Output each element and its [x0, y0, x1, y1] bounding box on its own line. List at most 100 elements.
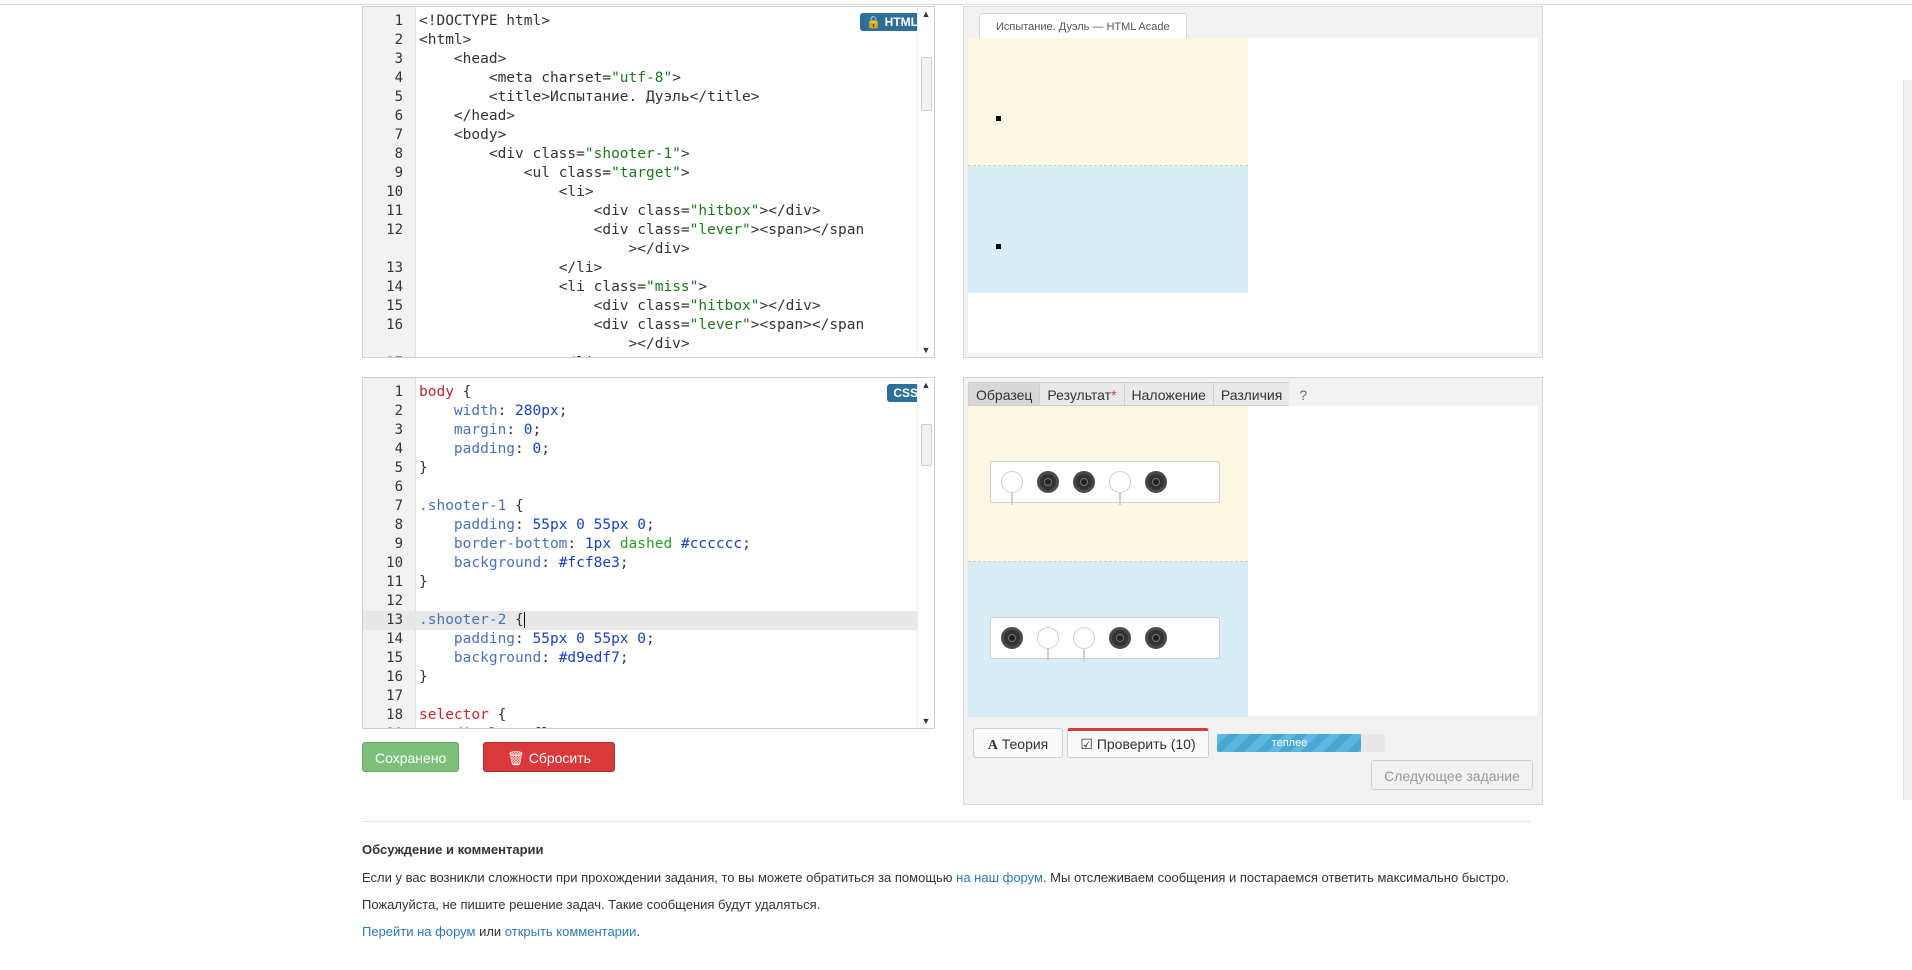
tab-help[interactable]: ?	[1289, 382, 1318, 406]
code-text[interactable]: <li class="miss">	[419, 278, 918, 297]
code-line[interactable]: 10 background: #fcf8e3;	[363, 554, 918, 573]
code-line[interactable]: 15 background: #d9edf7;	[363, 649, 918, 668]
css-code-lines[interactable]: 1 body {2 width: 280px; 3 margin: 0; 4 padd…	[363, 383, 918, 728]
tab-образец[interactable]: Образец	[968, 382, 1041, 406]
code-line[interactable]: 14 padding: 55px 0 55px 0;	[363, 630, 918, 649]
code-line[interactable]: 3 <head>	[363, 50, 918, 69]
code-text[interactable]: <!DOCTYPE html>	[419, 12, 918, 31]
code-line[interactable]: 16}	[363, 668, 918, 687]
code-text[interactable]: ></div>	[419, 240, 918, 259]
code-text[interactable]: background: #d9edf7;	[419, 649, 918, 668]
code-text[interactable]: display: fl	[419, 725, 918, 728]
html-code-lines[interactable]: 1 <!DOCTYPE html> 2 <html> 3 <head> 4 <meta c…	[363, 12, 918, 357]
code-text[interactable]: padding: 0;	[419, 440, 918, 459]
code-text[interactable]: <title>Испытание. Дуэль</title>	[419, 88, 918, 107]
code-line[interactable]: 5}	[363, 459, 918, 478]
code-line[interactable]: 16 <div class="lever"><span></span	[363, 316, 918, 335]
reset-code-button[interactable]: 🗑 Сбросить код	[483, 742, 615, 796]
code-text[interactable]: <div class="hitbox"></div>	[419, 297, 918, 316]
go-to-forum-link[interactable]: Перейти на форум	[362, 924, 475, 939]
code-text[interactable]: <div class="lever"><span></span	[419, 221, 918, 240]
code-line[interactable]: ></div>	[363, 335, 918, 354]
code-text[interactable]: .shooter-1 {	[419, 497, 918, 516]
code-text[interactable]: <div class="hitbox"></div>	[419, 202, 918, 221]
code-text[interactable]: margin: 0;	[419, 421, 918, 440]
tab-наложение[interactable]: Наложение	[1123, 382, 1214, 406]
scroll-down-icon[interactable]: ▼	[918, 716, 934, 726]
code-line[interactable]: 2 width: 280px;	[363, 402, 918, 421]
code-text[interactable]: }	[419, 459, 918, 478]
html-code-editor[interactable]: 1 <!DOCTYPE html> 2 <html> 3 <head> 4 <meta c…	[362, 6, 935, 358]
tab-различия[interactable]: Различия	[1212, 382, 1291, 406]
code-text[interactable]: <head>	[419, 50, 918, 69]
code-text[interactable]: <ul class="target">	[419, 164, 918, 183]
code-line[interactable]: 13 </li>	[363, 259, 918, 278]
scroll-up-icon[interactable]: ▲	[918, 380, 934, 390]
code-text[interactable]: }	[419, 573, 918, 592]
code-text[interactable]: <div class="shooter-1">	[419, 145, 918, 164]
code-text[interactable]: </li>	[419, 354, 918, 357]
scroll-down-icon[interactable]: ▼	[918, 345, 934, 355]
forum-link[interactable]: на наш форум	[956, 870, 1043, 885]
code-line[interactable]: 17	[363, 687, 918, 706]
code-text[interactable]: ></div>	[419, 335, 918, 354]
code-line[interactable]: 1 <!DOCTYPE html>	[363, 12, 918, 31]
code-line[interactable]: 18 selector {	[363, 706, 918, 725]
code-line[interactable]: 5 <title>Испытание. Дуэль</title>	[363, 88, 918, 107]
code-line[interactable]: 8 <div class="shooter-1">	[363, 145, 918, 164]
code-text[interactable]: selector {	[419, 706, 918, 725]
code-line[interactable]: 7 .shooter-1 {	[363, 497, 918, 516]
scroll-up-icon[interactable]: ▲	[918, 9, 934, 19]
code-line[interactable]: 1 body {	[363, 383, 918, 402]
code-line[interactable]: 19 display: fl	[363, 725, 918, 728]
code-line[interactable]: 6	[363, 478, 918, 497]
code-line[interactable]: 8 padding: 55px 0 55px 0;	[363, 516, 918, 535]
code-text[interactable]: <body>	[419, 126, 918, 145]
code-line[interactable]: 12 <div class="lever"><span></span	[363, 221, 918, 240]
code-line[interactable]: 11 <div class="hitbox"></div>	[363, 202, 918, 221]
preview-tab-title[interactable]: Испытание. Дуэль — HTML Acade	[979, 13, 1187, 40]
code-text[interactable]: </head>	[419, 107, 918, 126]
theory-button[interactable]: A Теория	[973, 728, 1063, 758]
code-text[interactable]: }	[419, 668, 918, 687]
saved-button[interactable]: Сохранено	[362, 742, 459, 772]
code-line[interactable]: 6 </head>	[363, 107, 918, 126]
code-line[interactable]: 7 <body>	[363, 126, 918, 145]
code-line[interactable]: 10 <li>	[363, 183, 918, 202]
code-text[interactable]: </li>	[419, 259, 918, 278]
code-line[interactable]: 9 <ul class="target">	[363, 164, 918, 183]
page-scrollbar[interactable]	[1903, 80, 1912, 800]
check-button[interactable]: ☑ Проверить (10)	[1067, 728, 1209, 758]
code-line[interactable]: 2 <html>	[363, 31, 918, 50]
code-line[interactable]: 4 padding: 0;	[363, 440, 918, 459]
next-task-button[interactable]: Следующее задание	[1371, 760, 1533, 790]
scroll-thumb[interactable]	[921, 57, 932, 111]
code-line[interactable]: 14 <li class="miss">	[363, 278, 918, 297]
code-text[interactable]: <div class="lever"><span></span	[419, 316, 918, 335]
code-line[interactable]: 4 <meta charset="utf-8">	[363, 69, 918, 88]
css-editor-scrollbar[interactable]: ▲ ▼	[917, 378, 934, 728]
code-text[interactable]: width: 280px;	[419, 402, 918, 421]
tab-результат[interactable]: Результат*	[1039, 382, 1125, 406]
html-editor-scrollbar[interactable]: ▲ ▼	[917, 7, 934, 357]
code-line[interactable]: 13 .shooter-2 {	[363, 611, 918, 630]
code-text[interactable]: body {	[419, 383, 918, 402]
code-text[interactable]: <html>	[419, 31, 918, 50]
code-line[interactable]: 17 </li>	[363, 354, 918, 357]
code-line[interactable]: ></div>	[363, 240, 918, 259]
code-text[interactable]: <meta charset="utf-8">	[419, 69, 918, 88]
code-line[interactable]: 15 <div class="hitbox"></div>	[363, 297, 918, 316]
code-text[interactable]: .shooter-2 {	[419, 611, 918, 630]
code-text[interactable]: <li>	[419, 183, 918, 202]
code-text[interactable]: border-bottom: 1px dashed #cccccc;	[419, 535, 918, 554]
scroll-thumb[interactable]	[921, 424, 932, 466]
css-code-editor[interactable]: 1 body {2 width: 280px; 3 margin: 0; 4 padd…	[362, 377, 935, 729]
code-text[interactable]: padding: 55px 0 55px 0;	[419, 630, 918, 649]
open-comments-link[interactable]: открыть комментарии	[505, 924, 637, 939]
code-line[interactable]: 9 border-bottom: 1px dashed #cccccc;	[363, 535, 918, 554]
code-text[interactable]: padding: 55px 0 55px 0;	[419, 516, 918, 535]
code-line[interactable]: 3 margin: 0;	[363, 421, 918, 440]
code-text[interactable]: background: #fcf8e3;	[419, 554, 918, 573]
code-line[interactable]: 11}	[363, 573, 918, 592]
code-line[interactable]: 12	[363, 592, 918, 611]
